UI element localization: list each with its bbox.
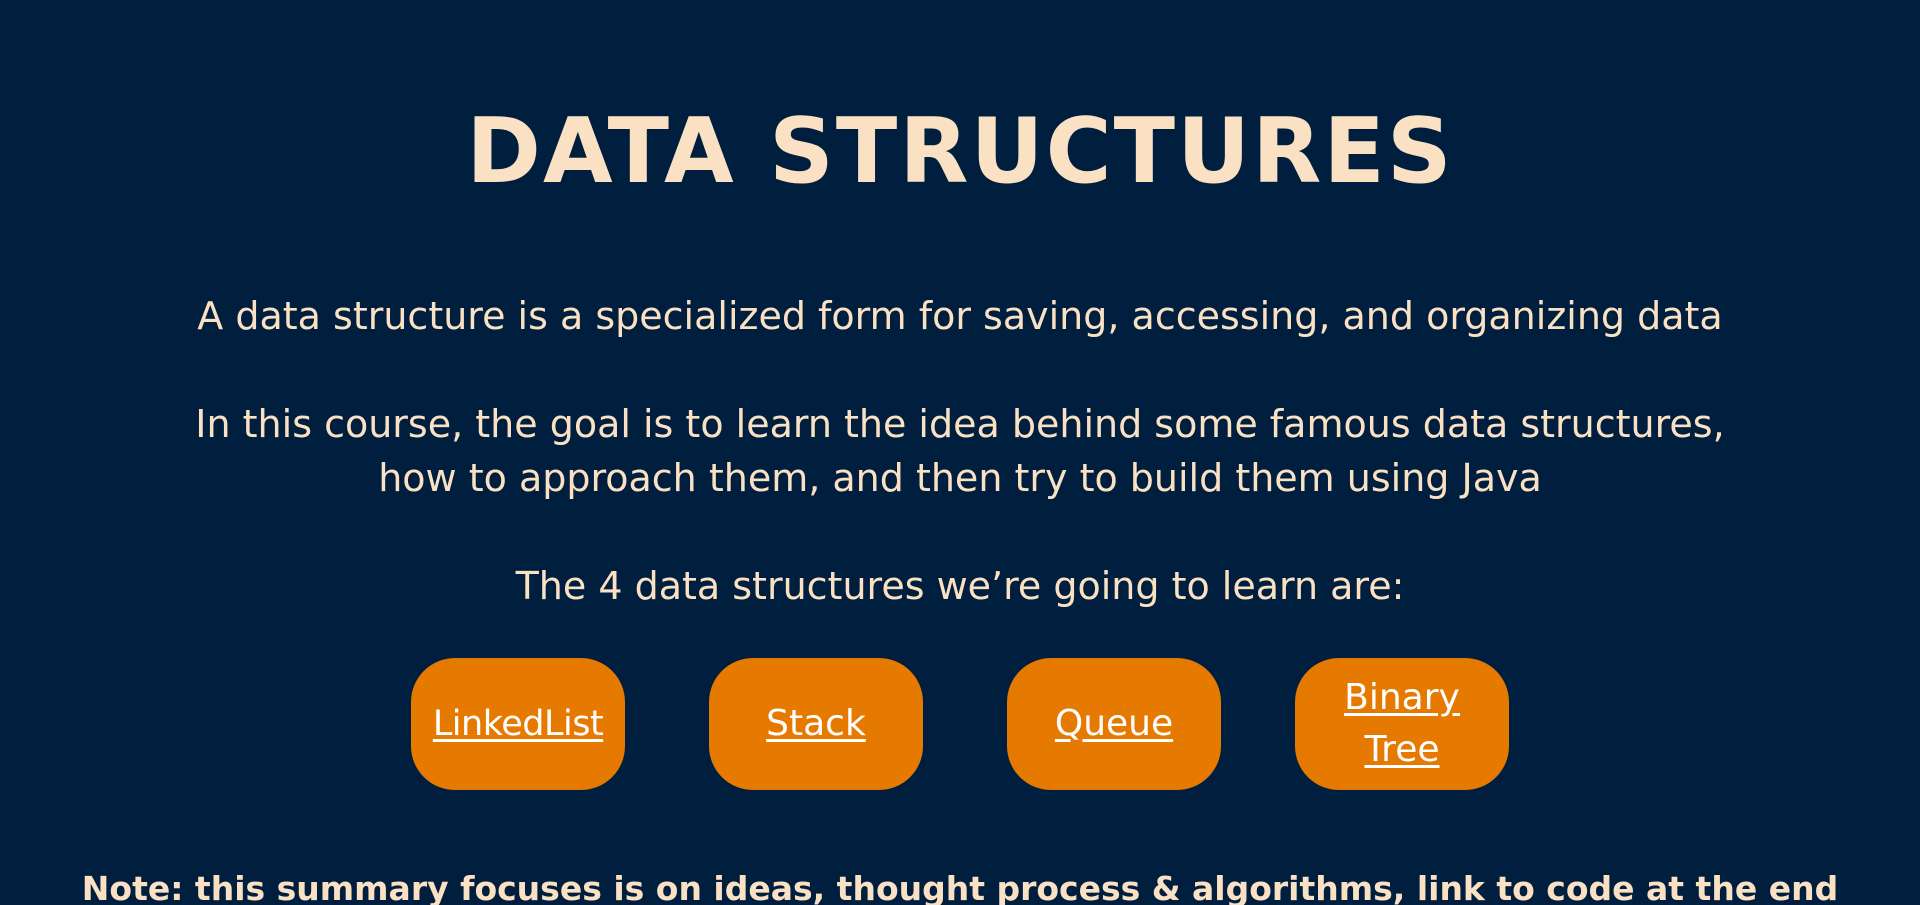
queue-button-label: Queue: [1054, 703, 1174, 744]
goal-text-line-2: how to approach them, and then try to bu…: [378, 456, 1542, 500]
linkedlist-button[interactable]: LinkedList: [411, 658, 625, 790]
binary-tree-button-label: Binary Tree: [1327, 672, 1477, 776]
goal-text-line-1: In this course, the goal is to learn the…: [195, 402, 1725, 446]
intro-text: A data structure is a specialized form f…: [197, 294, 1723, 338]
linkedlist-button-label: LinkedList: [432, 704, 604, 744]
binary-tree-label-line-2: Tree: [1364, 729, 1440, 770]
list-heading: The 4 data structures we’re going to lea…: [515, 564, 1405, 608]
stack-button-label: Stack: [766, 703, 866, 744]
queue-button[interactable]: Queue: [1007, 658, 1221, 790]
page: DATA STRUCTURES A data structure is a sp…: [0, 0, 1920, 905]
stack-button[interactable]: Stack: [709, 658, 923, 790]
summary-note: Note: this summary focuses is on ideas, …: [81, 869, 1839, 905]
binary-tree-button[interactable]: Binary Tree: [1295, 658, 1509, 790]
goal-text: In this course, the goal is to learn the…: [160, 397, 1760, 505]
binary-tree-label-line-1: Binary: [1344, 677, 1460, 718]
page-title: DATA STRUCTURES: [466, 99, 1454, 204]
